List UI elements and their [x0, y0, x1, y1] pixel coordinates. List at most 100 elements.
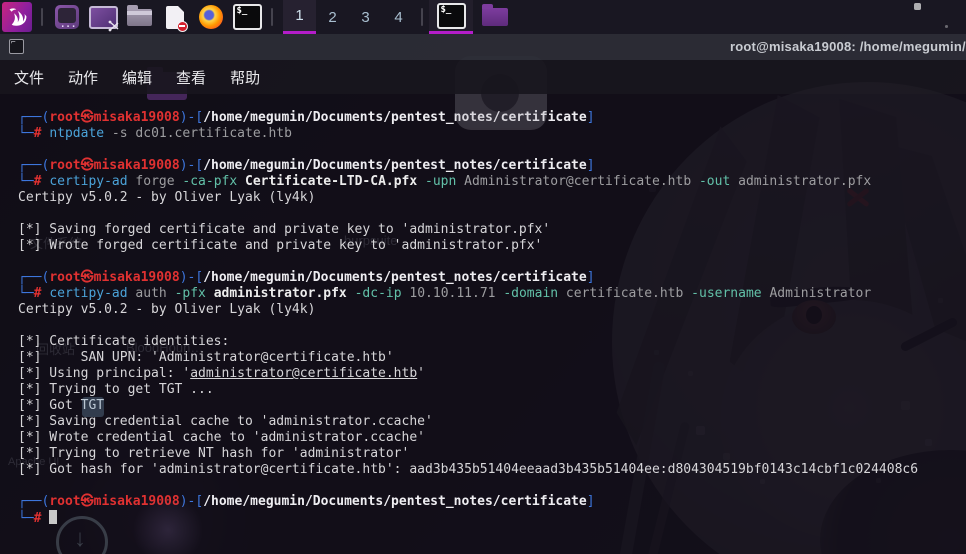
scissors-icon [108, 20, 118, 31]
terminal-text-segment: administrator.pfx [730, 174, 872, 189]
terminal-text-segment: ┌──( [18, 270, 50, 285]
terminal-line: [*] SAN UPN: 'Administrator@certificate.… [18, 350, 966, 366]
terminal-line: [*] Trying to retrieve NT hash for 'admi… [18, 446, 966, 462]
terminal-line: Certipy v5.0.2 - by Oliver Lyak (ly4k) [18, 190, 966, 206]
terminal-text-segment: └─ [18, 286, 34, 301]
terminal-cursor [49, 510, 58, 524]
launcher-qterminal-drop[interactable] [50, 2, 84, 32]
terminal-text-segment: administrator.pfx [213, 286, 347, 301]
launcher-firefox[interactable] [194, 2, 228, 32]
terminal-text-segment: root㉿misaka19008 [49, 270, 180, 285]
desktop-screen: $_ 1 2 3 4 $_ root@misaka19008: /home/me… [0, 0, 966, 554]
folder-icon [126, 4, 152, 26]
top-panel: $_ 1 2 3 4 $_ [0, 0, 966, 34]
terminal-text-segment: -out [698, 174, 731, 189]
terminal-text-segment: # [33, 174, 50, 189]
terminal-text-segment: )-[ [179, 158, 204, 173]
terminal-text-segment: 10.10.11.71 [401, 286, 504, 301]
terminal-line: [*] Trying to get TGT ... [18, 382, 966, 398]
menu-actions[interactable]: 动作 [58, 60, 108, 94]
terminal-text-segment: )-[ [179, 110, 204, 125]
terminal-text-segment: -dc-ip [354, 286, 402, 301]
menu-view[interactable]: 查看 [166, 60, 216, 94]
terminal-text-segment: ' [417, 366, 425, 381]
document-icon [166, 5, 188, 32]
workspace-switcher: 1 2 3 4 [283, 0, 415, 34]
terminal-text-segment: [*] SAN UPN: 'Administrator@certificate.… [18, 350, 394, 365]
terminal-text-segment: ┌──( [18, 494, 50, 509]
terminal-text-segment: forge [127, 174, 183, 189]
terminal-line: └─# [18, 510, 966, 527]
terminal-output: ┌──(root㉿misaka19008)-[/home/megumin/Doc… [18, 110, 966, 527]
terminal-line: ┌──(root㉿misaka19008)-[/home/megumin/Doc… [18, 158, 966, 174]
terminal-text-segment: ┌──( [18, 110, 50, 125]
terminal-text-segment: [*] Trying to retrieve NT hash for 'admi… [18, 446, 410, 461]
terminal-text-segment: # [33, 511, 50, 526]
terminal-text-segment: Certipy v5.0.2 - by Oliver Lyak (ly4k) [18, 190, 316, 205]
terminal-text-segment: Certificate-LTD-CA.pfx [245, 174, 418, 189]
terminal-text-segment: root㉿misaka19008 [49, 110, 180, 125]
terminal-text-segment: ] [586, 270, 595, 285]
terminal-line: └─# certipy-ad forge -ca-pfx Certificate… [18, 174, 966, 190]
terminal-line: [*] Got hash for 'administrator@certific… [18, 462, 966, 478]
workspace-4[interactable]: 4 [382, 0, 415, 34]
terminal-line: [*] Got TGT [18, 398, 966, 414]
terminal-text-segment: [*] Trying to get TGT ... [18, 382, 214, 397]
kali-menu-button[interactable] [2, 2, 32, 32]
terminal-window[interactable]: 文件系统 burpsuite 回收站 BloodHoun… Apache UI … [0, 94, 966, 554]
terminal-text-segment: [*] Got TGT [18, 398, 105, 413]
menu-edit[interactable]: 编辑 [112, 60, 162, 94]
terminal-text-segment: certificate.htb [558, 286, 692, 301]
workspace-2[interactable]: 2 [316, 0, 349, 34]
terminal-text-segment: )-[ [179, 270, 204, 285]
terminal-text-segment: -pfx [174, 286, 206, 301]
taskbar-window-terminal[interactable]: $_ [429, 0, 473, 34]
window-title: root@misaka19008: /home/megumin/Docu [730, 39, 966, 54]
terminal-text-segment: [*] Saving forged certificate and privat… [18, 222, 551, 237]
terminal-text-segment: ] [586, 110, 595, 125]
terminal-text-segment: /home/megumin/Documents/pentest_notes/ce… [203, 270, 587, 285]
terminal-line: [*] Saving credential cache to 'administ… [18, 414, 966, 430]
launcher-file-manager[interactable] [122, 2, 156, 32]
workspace-1[interactable]: 1 [283, 0, 316, 34]
terminal-text-segment: -domain [503, 286, 559, 301]
window-titlebar[interactable]: root@misaka19008: /home/megumin/Docu [0, 34, 966, 60]
taskbar-window-file-manager[interactable] [473, 0, 517, 34]
terminal-text-segment: auth [127, 286, 175, 301]
terminal-text-segment: )-[ [179, 494, 204, 509]
terminal-line: ┌──(root㉿misaka19008)-[/home/megumin/Doc… [18, 110, 966, 126]
terminal-line: [*] Wrote forged certificate and private… [18, 238, 966, 254]
terminal-text-segment: /home/megumin/Documents/pentest_notes/ce… [203, 110, 587, 125]
terminal-line: [*] Saving forged certificate and privat… [18, 222, 966, 238]
qterminal-drop-icon [55, 5, 79, 29]
panel-separator [41, 8, 43, 26]
terminal-text-segment: /home/megumin/Documents/pentest_notes/ce… [203, 158, 587, 173]
terminal-text-segment: root㉿misaka19008 [49, 158, 180, 173]
terminal-text-segment: -ca-pfx [182, 174, 238, 189]
terminal-line: └─# certipy-ad auth -pfx administrator.p… [18, 286, 966, 302]
terminal-line: Certipy v5.0.2 - by Oliver Lyak (ly4k) [18, 302, 966, 318]
menu-file[interactable]: 文件 [4, 60, 54, 94]
terminal-text-segment: administrator@certificate.htb [190, 366, 418, 381]
workspace-3[interactable]: 3 [349, 0, 382, 34]
launcher-terminal[interactable]: $_ [230, 2, 264, 32]
terminal-text-segment: # [33, 126, 50, 141]
terminal-line: [*] Using principal: 'administrator@cert… [18, 366, 966, 382]
terminal-text-segment: Certipy v5.0.2 - by Oliver Lyak (ly4k) [18, 302, 316, 317]
kali-dragon-icon [9, 8, 27, 26]
folder-icon [482, 4, 508, 26]
terminal-text-segment: [*] Saving credential cache to 'administ… [18, 414, 433, 429]
terminal-line: [*] Certificate identities: [18, 334, 966, 350]
launcher-screenshot[interactable] [86, 2, 120, 32]
terminal-text-segment: ntpdate [49, 126, 105, 141]
terminal-text-segment: Administrator@certificate.htb [456, 174, 699, 189]
launcher-text-editor[interactable] [158, 2, 192, 32]
terminal-text-segment: └─ [18, 511, 34, 526]
terminal-line: ┌──(root㉿misaka19008)-[/home/megumin/Doc… [18, 494, 966, 510]
menu-help[interactable]: 帮助 [220, 60, 270, 94]
terminal-text-segment: [*] Wrote forged certificate and private… [18, 238, 543, 253]
